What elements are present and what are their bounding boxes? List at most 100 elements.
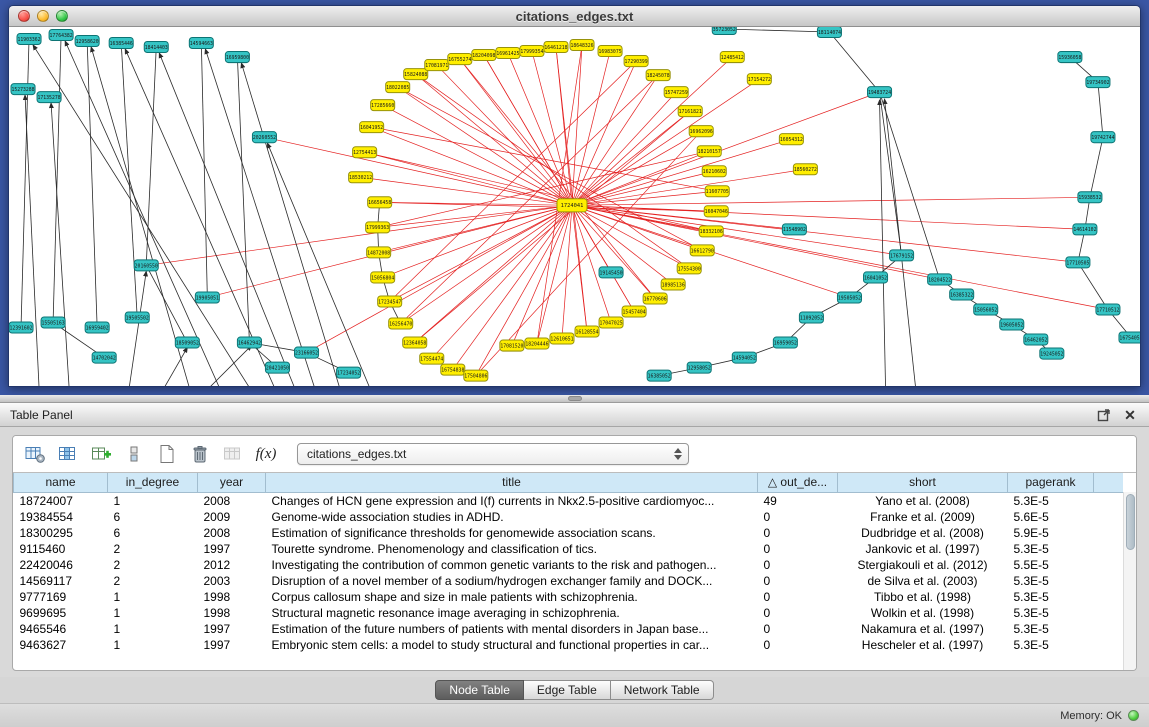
graph-node[interactable]: 19905051 — [195, 292, 219, 303]
graph-node[interactable]: 19245052 — [1040, 348, 1064, 359]
graph-node[interactable]: 18985136 — [661, 279, 685, 290]
column-header-pagerank[interactable]: pagerank — [1008, 473, 1094, 492]
graph-node[interactable]: 16612790 — [690, 245, 714, 256]
table-cell[interactable]: 18300295 — [14, 525, 108, 541]
table-cell[interactable]: 1997 — [198, 621, 266, 637]
table-cell[interactable]: 9699695 — [14, 605, 108, 621]
table-cell[interactable]: 0 — [758, 509, 838, 525]
graph-edge[interactable] — [205, 49, 314, 387]
graph-edge[interactable] — [129, 271, 146, 387]
graph-node[interactable]: 17554474 — [420, 353, 444, 364]
table-cell[interactable]: 49 — [758, 492, 838, 509]
table-cell[interactable]: 2 — [108, 541, 198, 557]
graph-node[interactable]: 19734902 — [1086, 77, 1110, 88]
graph-node[interactable]: 15747259 — [664, 87, 688, 98]
graph-node[interactable]: 16959800 — [225, 52, 249, 63]
graph-node[interactable]: 16054312 — [779, 134, 803, 145]
float-panel-icon[interactable] — [1095, 406, 1113, 424]
table-cell[interactable]: 1997 — [198, 541, 266, 557]
table-scrollbar[interactable] — [1123, 492, 1136, 670]
graph-node[interactable]: 17764382 — [49, 30, 73, 41]
graph-node[interactable]: 15936058 — [1058, 52, 1082, 63]
table-cell[interactable]: 22420046 — [14, 557, 108, 573]
table-cell[interactable]: 5.3E-5 — [1008, 621, 1094, 637]
graph-edge[interactable] — [146, 265, 187, 342]
graph-node[interactable]: 15938532 — [1078, 192, 1102, 203]
tab-edge-table[interactable]: Edge Table — [524, 680, 611, 700]
table-cell[interactable]: 9463627 — [14, 637, 108, 653]
graph-edge[interactable] — [572, 205, 1078, 262]
graph-node[interactable]: 18204098 — [472, 50, 496, 61]
table-cell[interactable]: 18724007 — [14, 492, 108, 509]
table-settings-icon[interactable] — [23, 442, 47, 466]
zoom-window-button[interactable] — [56, 10, 68, 22]
delete-table-icon[interactable] — [188, 442, 212, 466]
graph-node[interactable]: 16461218 — [544, 42, 568, 53]
graph-edge[interactable] — [307, 205, 572, 352]
table-select-dropdown[interactable]: citations_edges.txt — [297, 443, 689, 465]
table-cell[interactable]: Yano et al. (2008) — [838, 492, 1008, 509]
graph-node[interactable]: 16128554 — [575, 326, 599, 337]
graph-node[interactable]: 16959402 — [85, 322, 109, 333]
close-panel-icon[interactable]: ✕ — [1121, 406, 1139, 424]
graph-node[interactable]: 17554300 — [677, 263, 701, 274]
graph-node[interactable]: 16041952 — [360, 122, 384, 133]
graph-node[interactable]: 12364058 — [403, 337, 427, 348]
graph-node[interactable]: 17504806 — [464, 370, 488, 381]
graph-node[interactable]: 19145450 — [599, 267, 623, 278]
graph-node[interactable]: 12485412 — [720, 52, 744, 63]
graph-edge[interactable] — [415, 111, 690, 342]
table-cell[interactable]: Changes of HCN gene expression and I(f) … — [266, 492, 758, 509]
column-header-short[interactable]: short — [838, 473, 1008, 492]
graph-node[interactable]: 16047046 — [704, 206, 728, 217]
graph-node[interactable]: 17234052 — [337, 367, 361, 378]
graph-edge[interactable] — [264, 137, 572, 205]
graph-node[interactable]: 19605052 — [1000, 319, 1024, 330]
graph-node[interactable]: 11092052 — [799, 312, 823, 323]
new-table-icon[interactable] — [155, 442, 179, 466]
graph-node[interactable]: 14594052 — [732, 352, 756, 363]
graph-node[interactable]: 16983075 — [598, 46, 622, 57]
graph-node[interactable]: 15505163 — [41, 317, 65, 328]
table-cell[interactable]: 14569117 — [14, 573, 108, 589]
column-header-title[interactable]: title — [266, 473, 758, 492]
table-cell[interactable]: Jankovic et al. (1997) — [838, 541, 1008, 557]
table-cell[interactable]: 2 — [108, 573, 198, 589]
table-cell[interactable]: 2008 — [198, 525, 266, 541]
table-cell[interactable]: 1997 — [198, 637, 266, 653]
function-builder-icon[interactable]: f(x) — [254, 442, 278, 466]
graph-node[interactable]: 19483724 — [868, 87, 892, 98]
table-cell[interactable]: Franke et al. (2009) — [838, 509, 1008, 525]
table-cell[interactable]: 5.3E-5 — [1008, 573, 1094, 589]
table-cell[interactable]: 1 — [108, 637, 198, 653]
graph-node[interactable]: 15056804 — [371, 272, 395, 283]
table-cell[interactable]: Estimation of significance thresholds fo… — [266, 525, 758, 541]
graph-edge[interactable] — [146, 205, 572, 265]
graph-node[interactable]: 17081971 — [425, 60, 449, 71]
graph-edge[interactable] — [880, 100, 886, 387]
graph-node[interactable]: 18210157 — [697, 146, 721, 157]
table-row[interactable]: 969969511998Structural magnetic resonanc… — [14, 605, 1124, 621]
graph-node[interactable]: 16656458 — [368, 197, 392, 208]
graph-node[interactable]: 11607705 — [705, 186, 729, 197]
graph-node[interactable]: 14614102 — [1073, 224, 1097, 235]
graph-node[interactable]: 17999363 — [366, 222, 390, 233]
table-cell[interactable]: Wolkin et al. (1998) — [838, 605, 1008, 621]
table-cell[interactable]: 0 — [758, 541, 838, 557]
graph-edge[interactable] — [361, 177, 572, 205]
table-cell[interactable]: 5.3E-5 — [1008, 589, 1094, 605]
split-pane-divider[interactable] — [0, 395, 1149, 403]
graph-edge[interactable] — [125, 49, 274, 387]
table-row[interactable]: 1938455462009Genome-wide association stu… — [14, 509, 1124, 525]
table-cell[interactable]: 1 — [108, 589, 198, 605]
graph-node[interactable]: 18648326 — [570, 40, 594, 51]
graph-node[interactable]: 20421050 — [265, 362, 289, 373]
table-cell[interactable]: 5.9E-5 — [1008, 525, 1094, 541]
graph-node[interactable]: 16755274 — [448, 54, 472, 65]
graph-node[interactable]: 16462052 — [1024, 334, 1048, 345]
graph-edge[interactable] — [21, 39, 29, 328]
graph-node[interactable]: 11548902 — [782, 224, 806, 235]
table-row[interactable]: 911546021997Tourette syndrome. Phenomeno… — [14, 541, 1124, 557]
table-cell[interactable]: 5.3E-5 — [1008, 541, 1094, 557]
graph-edge[interactable] — [25, 95, 39, 387]
